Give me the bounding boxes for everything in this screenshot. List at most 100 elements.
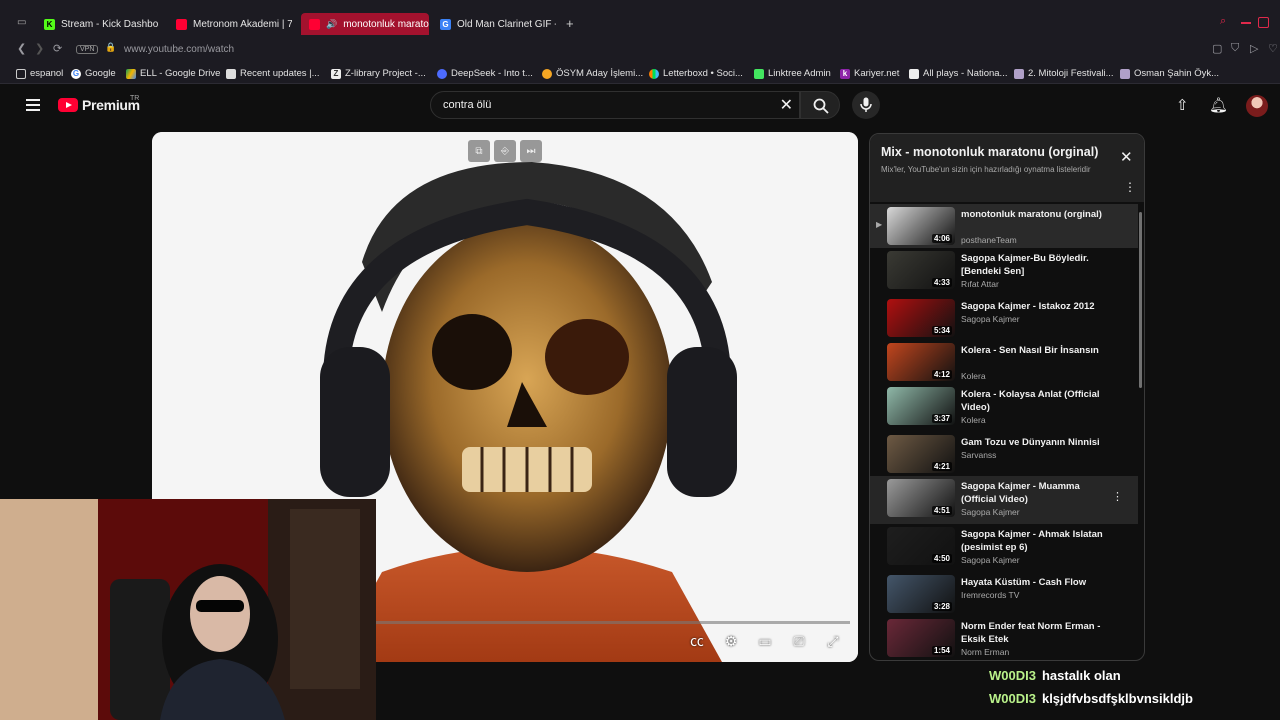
vpn-badge[interactable]: VPN [76,45,99,54]
reload-icon[interactable]: ⟳ [53,42,62,55]
bookmark-linktree[interactable]: Linktree Admin [754,68,831,79]
playlist-item[interactable]: 5:34 Sagopa Kajmer - Istakoz 2012 Sagopa K… [870,296,1138,340]
playlist-item[interactable]: 3:28 Hayata Küstüm - Cash Flow Iremrecords… [870,572,1138,616]
back-icon[interactable]: ❮ [17,42,26,55]
more-vert-icon[interactable]: ⋮ [1112,490,1123,503]
bookmark-osman-sahin[interactable]: Osman Şahin Öyk... [1120,68,1219,79]
sidebar-toggle-icon[interactable]: ▭ [17,17,26,28]
video-thumbnail[interactable]: 4:50 [887,527,955,565]
playlist-item[interactable]: 4:33 Sagopa Kajmer-Bu Böyledir. [Bendeki … [870,248,1138,296]
bookmark-all-plays[interactable]: All plays - Nationa... [909,68,1007,79]
playlist-item[interactable]: ▶ 4:06 monotonluk maratonu (orginal) postha… [870,204,1138,248]
screenshot-icon[interactable]: ▢ [1212,42,1222,55]
shield-icon[interactable]: ⛉ [1231,42,1239,55]
cast-icon[interactable]: ⎚ [790,632,808,650]
theater-mode-icon[interactable]: ▭ [756,632,774,650]
video-thumbnail[interactable]: 4:33 [887,251,955,289]
bookmark-deepseek[interactable]: DeepSeek - Into t... [437,68,533,79]
bookmark-label: Google [85,68,116,79]
bookmark-recent-updates[interactable]: Recent updates |... [226,68,320,79]
video-thumbnail[interactable]: 4:06 [887,207,955,245]
bookmark-mitoloji[interactable]: 2. Mitoloji Festivali... [1014,68,1114,79]
channel-name: Kolera [961,371,986,381]
subtitles-icon[interactable]: ㏄ [688,632,706,650]
fullscreen-icon[interactable]: ⤢ [824,632,842,650]
google-icon: G [71,68,81,79]
bookmark-ell-drive[interactable]: ELL - Google Drive [126,68,220,79]
video-title[interactable]: Hayata Küstüm - Cash Flow [961,576,1111,589]
notifications-icon[interactable]: 🔔︎ [1209,96,1228,114]
tab-metronom-akademi[interactable]: Metronom Akademi | 7. Bö [168,13,292,35]
video-thumbnail[interactable]: 1:54 [887,619,955,657]
video-title[interactable]: Kolera - Sen Nasıl Bir İnsansın [961,344,1111,357]
bookmark-label: Z-library Project -... [345,68,426,79]
video-thumbnail[interactable]: 3:37 [887,387,955,425]
next-icon[interactable]: ⏭ [520,140,542,162]
bookmark-espanol[interactable]: espanol [16,68,63,79]
playlist-item[interactable]: 1:54 Norm Ender feat Norm Erman - Eksik E… [870,616,1138,660]
progress-bar[interactable] [374,621,850,624]
video-title[interactable]: Gam Tozu ve Dünyanın Ninnisi [961,436,1111,449]
playlist-item[interactable]: 3:37 Kolera - Kolaysa Anlat (Official Vid… [870,384,1138,432]
speaker-icon[interactable]: 🔊 [326,19,337,30]
settings-icon[interactable]: ⚙ [722,632,740,650]
voice-search-button[interactable] [852,91,880,119]
video-title[interactable]: Norm Ender feat Norm Erman - Eksik Etek [961,620,1111,646]
minimize-icon[interactable] [1241,22,1251,24]
video-title[interactable]: Sagopa Kajmer - Muamma (Official Video) [961,480,1111,506]
video-title[interactable]: Sagopa Kajmer - Ahmak Islatan (pesimist … [961,528,1111,554]
heart-icon[interactable]: ♡ [1268,42,1278,55]
share-icon[interactable]: ⎆ [494,140,516,162]
miniplayer-icon[interactable]: ⧉ [468,140,490,162]
video-title[interactable]: Kolera - Kolaysa Anlat (Official Video) [961,388,1111,414]
url-field[interactable]: www.youtube.com/watch [124,44,234,55]
bookmark-kariyer[interactable]: k Kariyer.net [840,68,899,79]
bookmark-osym[interactable]: ÖSYM Aday İşlemi... [542,68,643,79]
playlist-header: Mix - monotonluk maratonu (orginal) Mix'… [870,134,1144,202]
menu-icon[interactable] [26,99,40,114]
playlist-item[interactable]: 4:51 Sagopa Kajmer - Muamma (Official Vid… [870,476,1138,524]
player-controls: ㏄ ⚙ ▭ ⎚ ⤢ [688,632,842,650]
scrollbar-thumb[interactable] [1139,212,1142,388]
video-thumbnail[interactable]: 4:51 [887,479,955,517]
video-thumbnail[interactable]: 4:21 [887,435,955,473]
webcam-overlay [0,499,376,720]
more-vert-icon[interactable]: ⋮ [1124,180,1136,194]
playlist-item[interactable]: 4:21 Gam Tozu ve Dünyanın Ninnisi Sarvanss [870,432,1138,476]
chat-username[interactable]: W00DI3 [989,691,1036,706]
close-icon[interactable]: ✕ [1120,148,1133,166]
youtube-logo[interactable]: Premium TR [58,95,140,113]
avatar[interactable] [1246,95,1268,117]
bookmark-google[interactable]: G Google [71,68,116,79]
channel-name: Rıfat Attar [961,279,999,289]
video-title[interactable]: Sagopa Kajmer-Bu Böyledir. [Bendeki Sen] [961,252,1111,278]
bookmark-letterboxd[interactable]: Letterboxd • Soci... [649,68,743,79]
send-icon[interactable]: ▷ [1250,42,1258,55]
video-title[interactable]: Sagopa Kajmer - Istakoz 2012 [961,300,1111,313]
youtube-header: Premium TR contra ölü ✕ ⇧ 🔔︎ [0,84,1280,128]
playlist-item[interactable]: 4:50 Sagopa Kajmer - Ahmak Islatan (pesim… [870,524,1138,572]
search-button[interactable] [800,91,840,119]
chat-username[interactable]: W00DI3 [989,668,1036,683]
restore-icon[interactable] [1258,17,1269,28]
lock-icon[interactable]: 🔒 [105,42,116,53]
bookmark-zlibrary[interactable]: Z Z-library Project -... [331,68,426,79]
tab-monotonluk-maratonu[interactable]: 🔊 monotonluk maratonu [301,13,429,35]
tab-old-man-clarinet[interactable]: G Old Man Clarinet GIF - Old [432,13,556,35]
new-tab-button[interactable]: + [566,16,574,31]
upload-icon[interactable]: ⇧ [1176,96,1189,114]
playlist-item[interactable]: 4:12 Kolera - Sen Nasıl Bir İnsansın Koler… [870,340,1138,384]
video-thumbnail[interactable]: 3:28 [887,575,955,613]
video-thumbnail[interactable]: 5:34 [887,299,955,337]
video-thumbnail[interactable]: 4:12 [887,343,955,381]
playlist-title[interactable]: Mix - monotonluk maratonu (orginal) [881,145,1098,159]
forward-icon[interactable]: ❯ [35,42,44,55]
tab-label: monotonluk maratonu [343,18,429,30]
playlist-scrollbar[interactable] [1138,204,1143,660]
search-tabs-icon[interactable]: ⌕ [1220,15,1226,28]
video-title[interactable]: monotonluk maratonu (orginal) [961,208,1111,221]
clear-search-icon[interactable]: ✕ [780,95,793,115]
tab-kick-dashboard[interactable]: K Stream - Kick Dashboard [36,13,158,35]
page-icon [1014,68,1024,79]
search-input[interactable]: contra ölü ✕ [430,91,800,119]
